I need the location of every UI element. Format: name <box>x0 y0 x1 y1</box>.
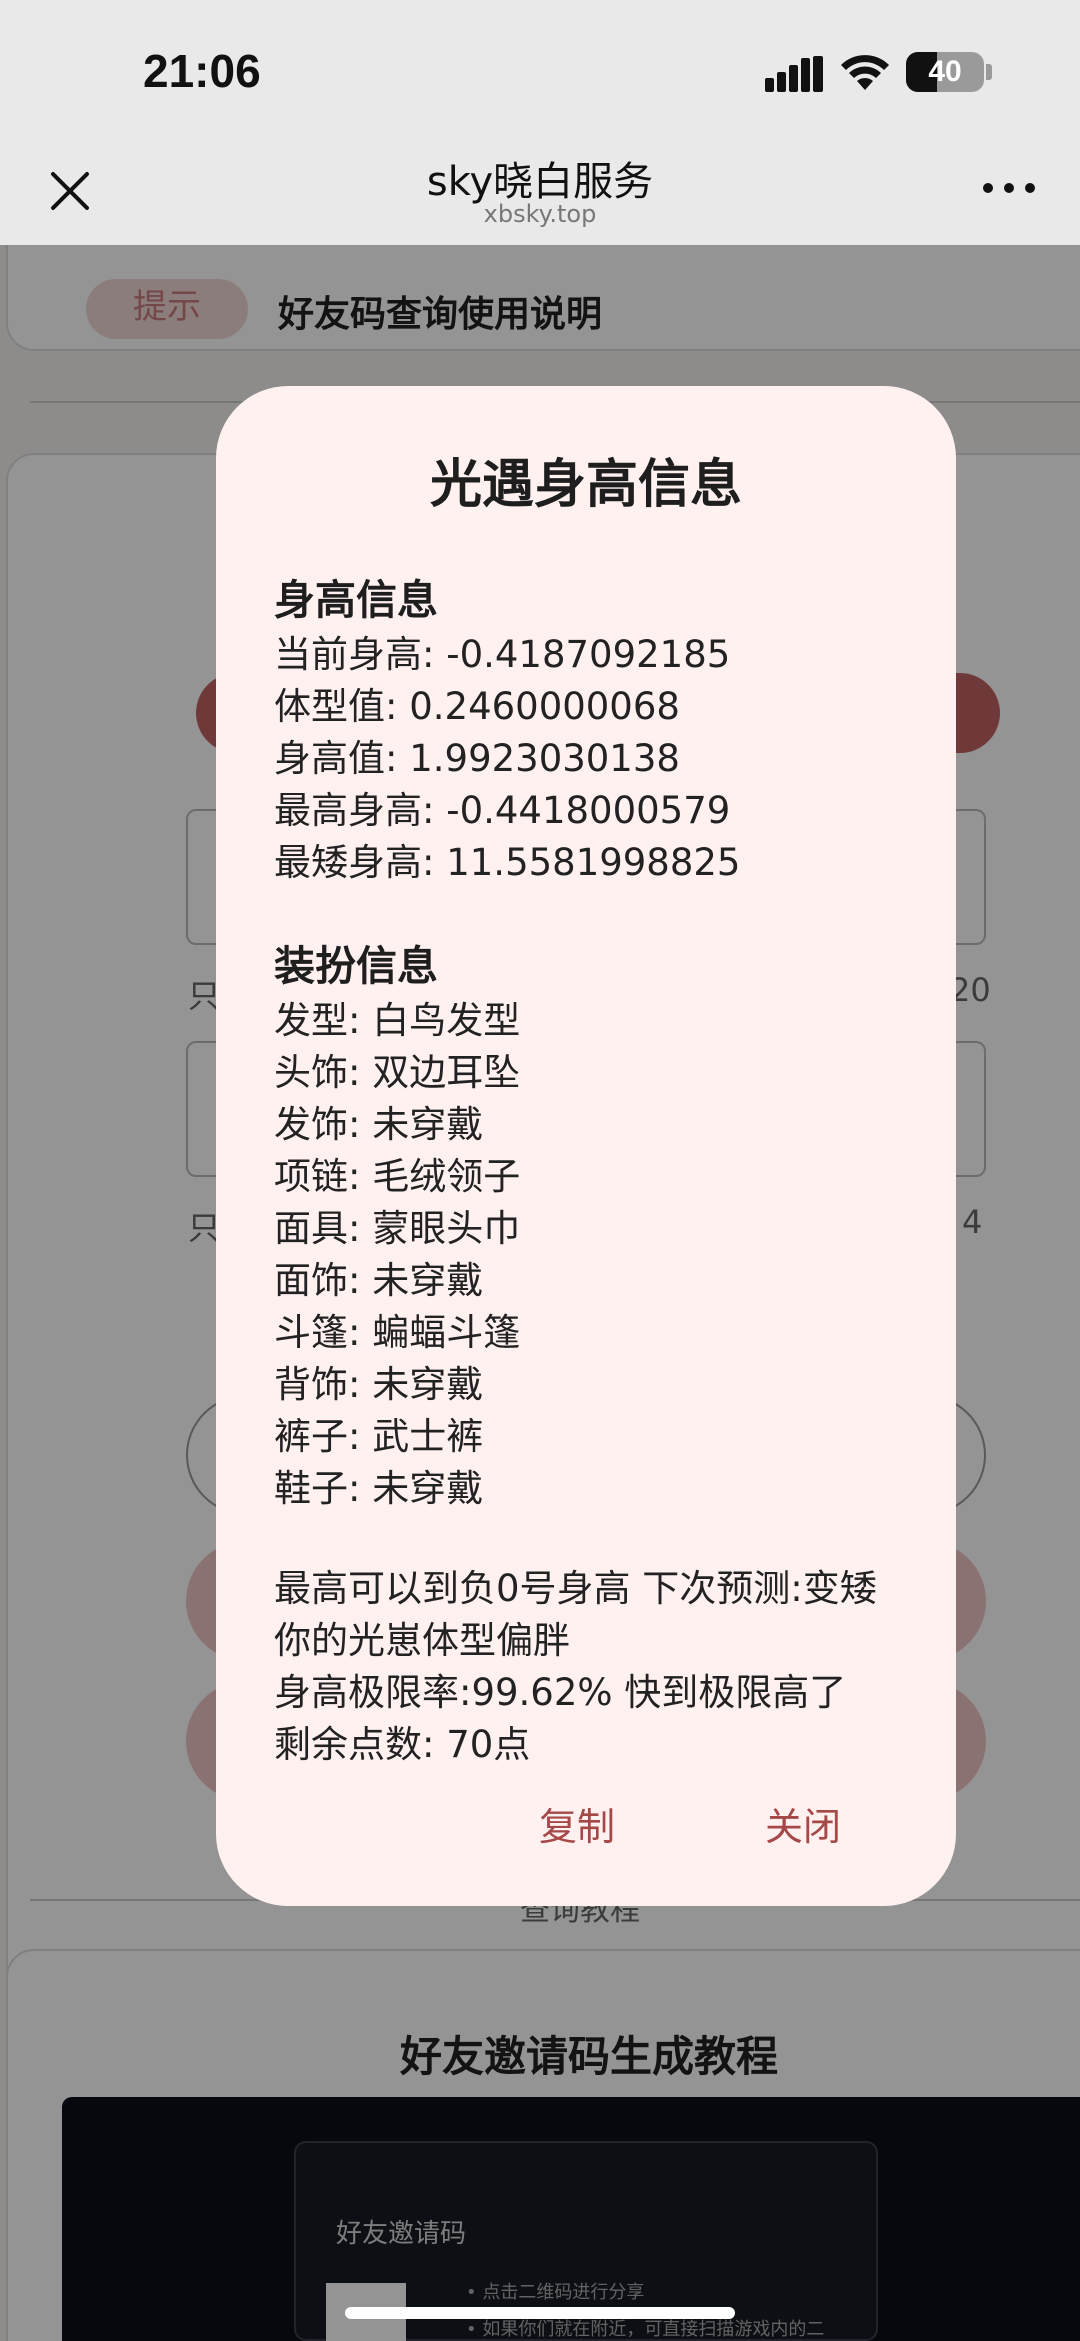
more-options-icon[interactable] <box>983 183 1035 197</box>
close-button[interactable]: 关闭 <box>765 1796 841 1851</box>
page-subtitle: xbsky.top <box>483 200 597 228</box>
outfit-line: 头饰: 双边耳坠 <box>274 1051 521 1094</box>
outfit-line: 斗篷: 蝙蝠斗篷 <box>274 1311 521 1354</box>
status-time: 21:06 <box>143 45 261 97</box>
height-section-heading: 身高信息 <box>274 576 438 624</box>
height-line: 身高值: 1.9923030138 <box>274 737 680 780</box>
outfit-line: 面饰: 未穿戴 <box>274 1259 484 1302</box>
height-line: 最矮身高: 11.5581998825 <box>274 841 741 884</box>
outfit-line: 鞋子: 未穿戴 <box>274 1467 484 1510</box>
height-line: 当前身高: -0.4187092185 <box>274 633 731 676</box>
summary-line: 最高可以到负0号身高 下次预测:变矮 <box>274 1567 877 1610</box>
home-indicator[interactable] <box>345 2307 735 2319</box>
battery-percent: 40 <box>928 55 962 88</box>
outfit-line: 发型: 白鸟发型 <box>274 999 521 1042</box>
battery-nub <box>986 64 992 80</box>
outfit-section-heading: 装扮信息 <box>274 942 438 990</box>
outfit-line: 项链: 毛绒领子 <box>274 1155 521 1198</box>
outfit-line: 裤子: 武士裤 <box>274 1415 484 1458</box>
height-info-dialog: 光遇身高信息 身高信息 当前身高: -0.4187092185 体型值: 0.2… <box>216 386 956 1906</box>
battery-icon: 40 <box>906 52 984 92</box>
page-title: sky晓白服务 <box>426 159 654 205</box>
dialog-title: 光遇身高信息 <box>429 455 742 515</box>
outfit-line: 面具: 蒙眼头巾 <box>274 1207 521 1250</box>
status-bar: 21:06 40 <box>0 0 1080 145</box>
summary-line: 你的光崽体型偏胖 <box>274 1619 570 1662</box>
height-line: 体型值: 0.2460000068 <box>274 685 680 728</box>
copy-button[interactable]: 复制 <box>539 1796 615 1851</box>
cellular-signal-icon <box>765 56 823 92</box>
wifi-icon <box>841 55 889 90</box>
nav-bar: sky晓白服务 xbsky.top <box>0 145 1080 245</box>
outfit-line: 背饰: 未穿戴 <box>274 1363 484 1406</box>
summary-line: 剩余点数: 70点 <box>274 1723 531 1766</box>
summary-line: 身高极限率:99.62% 快到极限高了 <box>274 1671 847 1714</box>
outfit-line: 发饰: 未穿戴 <box>274 1103 484 1146</box>
height-line: 最高身高: -0.4418000579 <box>274 789 731 832</box>
